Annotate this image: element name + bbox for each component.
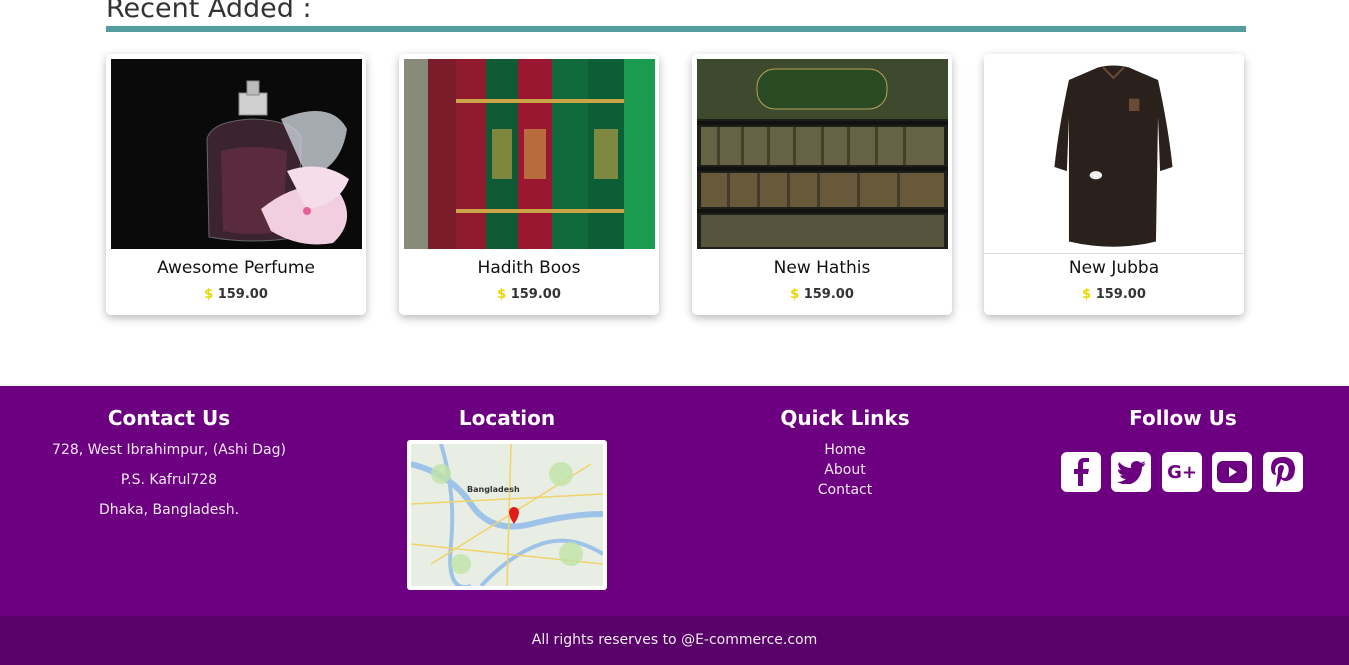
pinterest-icon[interactable] <box>1263 452 1303 492</box>
address-line: Dhaka, Bangladesh. <box>98 502 240 518</box>
dollar-icon: $ <box>204 287 214 302</box>
site-footer: Contact Us 728, West Ibrahimpur, (Ashi D… <box>0 386 1349 616</box>
product-price: $ 159.00 <box>984 287 1244 302</box>
product-name[interactable]: New Jubba <box>984 258 1244 278</box>
twitter-icon[interactable] <box>1111 452 1151 492</box>
bookshelf-image[interactable] <box>697 59 948 249</box>
map-label: Bangladesh <box>467 485 520 494</box>
footer-link-contact[interactable]: Contact <box>676 482 1014 498</box>
product-price: $ 159.00 <box>399 287 659 302</box>
price-value: 159.00 <box>510 287 561 302</box>
product-card[interactable]: Hadith Boos $ 159.00 <box>399 54 659 315</box>
location-map[interactable]: Bangladesh <box>407 440 607 590</box>
title-underline <box>106 26 1246 32</box>
youtube-icon[interactable] <box>1212 452 1252 492</box>
product-card[interactable]: Awesome Perfume $ 159.00 <box>106 54 366 315</box>
product-name[interactable]: Awesome Perfume <box>106 258 366 278</box>
map-image: Bangladesh <box>411 444 603 586</box>
follow-title: Follow Us <box>1129 406 1237 430</box>
address-line: 728, West Ibrahimpur, (Ashi Dag) <box>52 442 286 458</box>
price-value: 159.00 <box>217 287 268 302</box>
product-price: $ 159.00 <box>106 287 366 302</box>
books-image[interactable] <box>404 59 655 249</box>
price-value: 159.00 <box>1095 287 1146 302</box>
product-name[interactable]: Hadith Boos <box>399 258 659 278</box>
price-value: 159.00 <box>803 287 854 302</box>
jubba-image[interactable] <box>984 54 1244 254</box>
perfume-image[interactable] <box>111 59 362 249</box>
dollar-icon: $ <box>497 287 507 302</box>
dollar-icon: $ <box>790 287 800 302</box>
google-plus-icon[interactable]: G+ <box>1162 452 1202 492</box>
dollar-icon: $ <box>1082 287 1092 302</box>
product-name[interactable]: New Hathis <box>692 258 952 278</box>
product-card[interactable]: New Jubba $ 159.00 <box>984 54 1244 315</box>
facebook-icon[interactable] <box>1061 452 1101 492</box>
address-line: P.S. Kafrul728 <box>120 472 218 488</box>
section-title: Recent Added : <box>106 0 312 24</box>
footer-link-home[interactable]: Home <box>676 442 1014 458</box>
location-title: Location <box>458 406 556 430</box>
product-card[interactable]: New Hathis $ 159.00 <box>692 54 952 315</box>
footer-link-about[interactable]: About <box>676 462 1014 478</box>
product-price: $ 159.00 <box>692 287 952 302</box>
contact-title: Contact Us <box>107 406 231 430</box>
copyright-bar: All rights reserves to @E-commerce.com <box>0 616 1349 665</box>
quick-links-title: Quick Links <box>780 406 910 430</box>
product-grid: Awesome Perfume $ 159.00 Hadith Boos $ 1… <box>106 54 1246 316</box>
